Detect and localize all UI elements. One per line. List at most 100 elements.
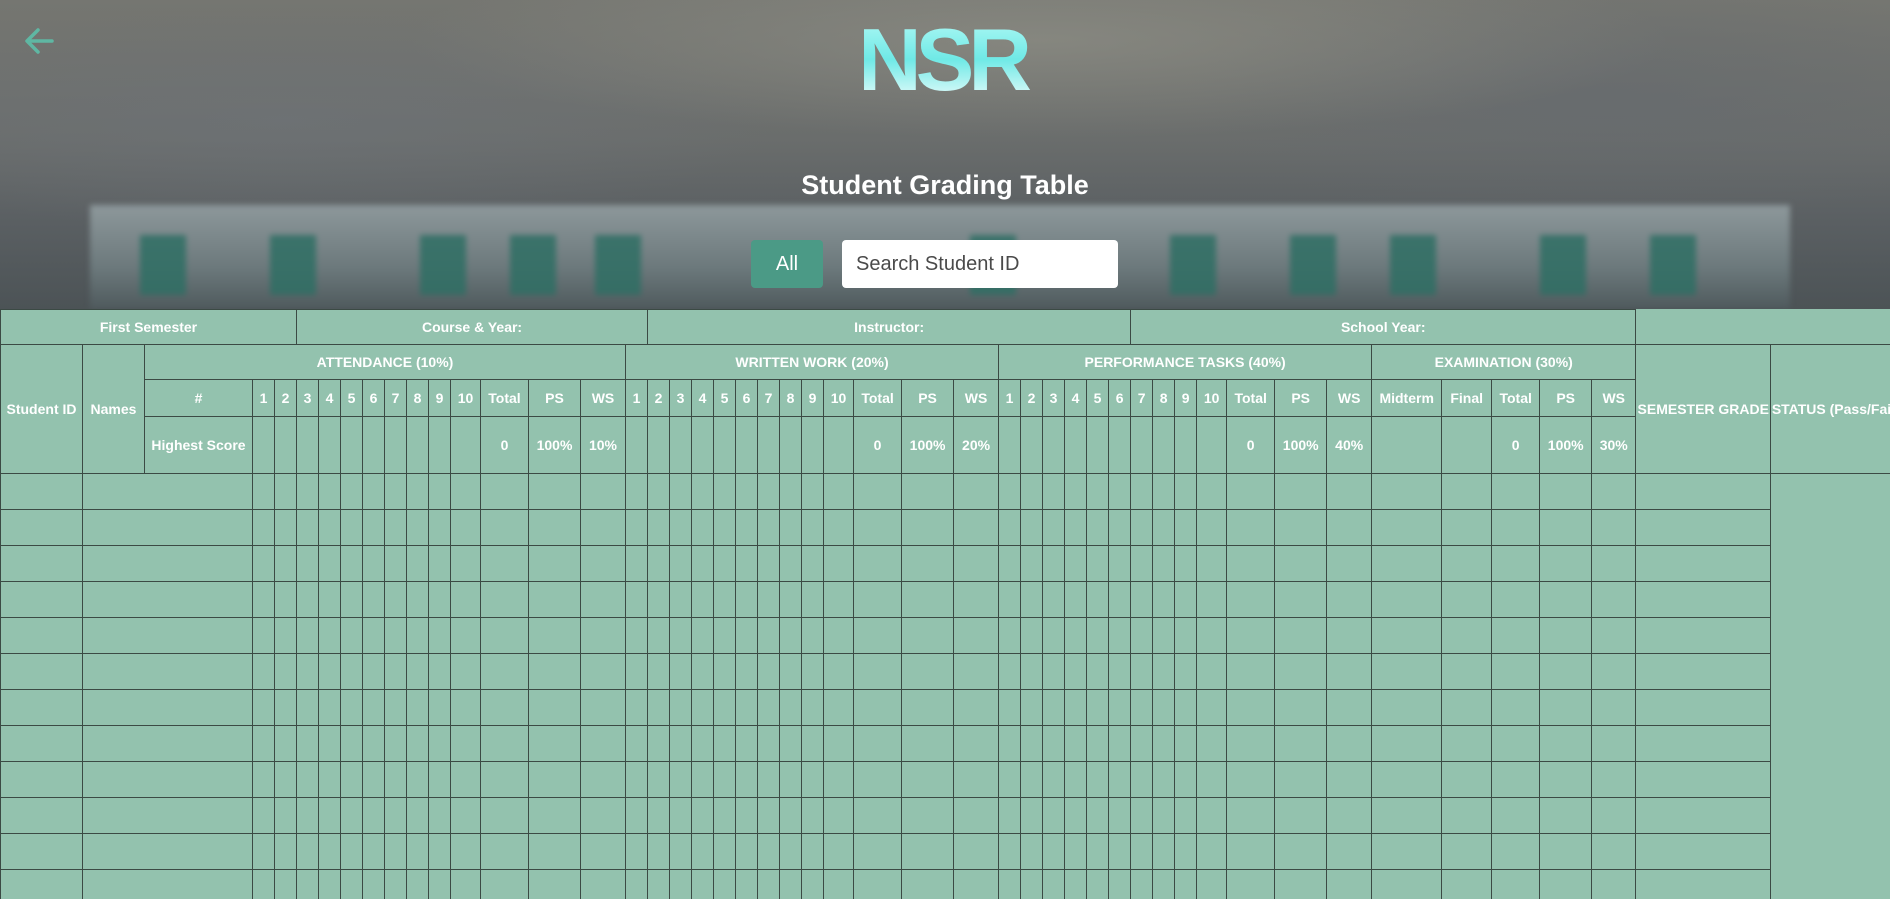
grade-cell (823, 653, 855, 690)
grade-cell (779, 509, 803, 546)
grade-cell (1326, 797, 1373, 834)
ww-ps-header: PS (901, 379, 955, 417)
grade-cell (1591, 761, 1637, 798)
grade-cell (252, 617, 275, 654)
grade-cell (757, 545, 781, 582)
semester-label: First Semester (0, 309, 297, 345)
pt-highest-ps: 100% (1274, 416, 1328, 474)
grade-cell (853, 797, 903, 834)
grade-cell (1635, 509, 1772, 546)
grade-cell (1152, 725, 1176, 762)
grade-cell (340, 797, 363, 834)
grade-cell (1020, 545, 1044, 582)
grade-cell (580, 509, 626, 546)
grade-cell (853, 473, 903, 510)
back-arrow-icon[interactable] (22, 24, 56, 58)
grading-table-container: First Semester Course & Year: Instructor… (0, 309, 1890, 899)
grade-cell (801, 725, 825, 762)
grade-cell (1042, 797, 1066, 834)
grade-cell (735, 581, 759, 618)
grade-cell (274, 833, 297, 870)
grade-cell (801, 761, 825, 798)
grade-cell (647, 581, 671, 618)
grade-cell (823, 509, 855, 546)
grade-cell (713, 617, 737, 654)
grade-cell (1226, 653, 1276, 690)
grade-cell (823, 797, 855, 834)
grade-cell (1196, 617, 1228, 654)
grade-cell (480, 509, 529, 546)
ww-col-8: 8 (779, 379, 803, 417)
grade-cell (1086, 509, 1110, 546)
table-row (0, 653, 1890, 690)
grade-cell (580, 833, 626, 870)
grade-cell (274, 797, 297, 834)
grade-cell (853, 545, 903, 582)
grade-cell (296, 617, 319, 654)
grade-cell (1064, 833, 1088, 870)
grade-cell (1326, 689, 1373, 726)
grade-cell (953, 581, 1000, 618)
grade-cell (669, 509, 693, 546)
grade-cell (1108, 509, 1132, 546)
grade-cell (1196, 761, 1228, 798)
grade-cell (1130, 509, 1154, 546)
grade-cell (853, 869, 903, 899)
grade-cell (1635, 653, 1772, 690)
grade-cell (953, 545, 1000, 582)
grade-cell (1130, 581, 1154, 618)
student-id-cell (0, 725, 83, 762)
grade-cell (1539, 761, 1593, 798)
att-col-2: 2 (274, 379, 297, 417)
grade-cell (1130, 617, 1154, 654)
grade-cell (953, 869, 1000, 899)
grade-cell (296, 509, 319, 546)
attendance-header: ATTENDANCE (10%) (144, 344, 626, 380)
grade-cell (480, 725, 529, 762)
grade-cell (1064, 761, 1088, 798)
grade-cell (1591, 797, 1637, 834)
grade-cell (823, 761, 855, 798)
grade-cell (953, 473, 1000, 510)
search-student-id-input[interactable] (842, 240, 1118, 288)
grade-cell (318, 833, 341, 870)
pt-col-7: 7 (1130, 379, 1154, 417)
grade-cell (1086, 653, 1110, 690)
exam-midterm-header: Midterm (1371, 379, 1443, 417)
grade-cell (296, 653, 319, 690)
grade-cell (801, 509, 825, 546)
grade-cell (1064, 869, 1088, 899)
grade-cell (647, 473, 671, 510)
grade-cell (252, 797, 275, 834)
grade-cell (1174, 473, 1198, 510)
grade-cell (1130, 761, 1154, 798)
grade-cell (901, 617, 955, 654)
grade-cell (1491, 689, 1541, 726)
grade-cell (853, 509, 903, 546)
grade-cell (1152, 869, 1176, 899)
student-id-cell (0, 473, 83, 510)
grade-cell (528, 509, 581, 546)
grade-cell (480, 869, 529, 899)
grade-cell (757, 509, 781, 546)
grade-cell (318, 617, 341, 654)
grade-cell (274, 473, 297, 510)
grade-cell (428, 833, 451, 870)
filter-all-button[interactable]: All (751, 240, 823, 288)
grade-cell (1042, 689, 1066, 726)
grade-cell (1491, 869, 1541, 899)
grade-cell (1042, 761, 1066, 798)
grade-cell (1491, 581, 1541, 618)
grade-cell (1491, 509, 1541, 546)
grade-cell (1371, 761, 1443, 798)
student-name-cell (82, 617, 253, 654)
grade-cell (713, 509, 737, 546)
grade-cell (1064, 797, 1088, 834)
grade-cell (669, 761, 693, 798)
grade-cell (296, 545, 319, 582)
grade-cell (1152, 653, 1176, 690)
grade-cell (1108, 653, 1132, 690)
grade-cell (735, 545, 759, 582)
grade-cell (450, 869, 481, 899)
exam-final-header: Final (1441, 379, 1493, 417)
